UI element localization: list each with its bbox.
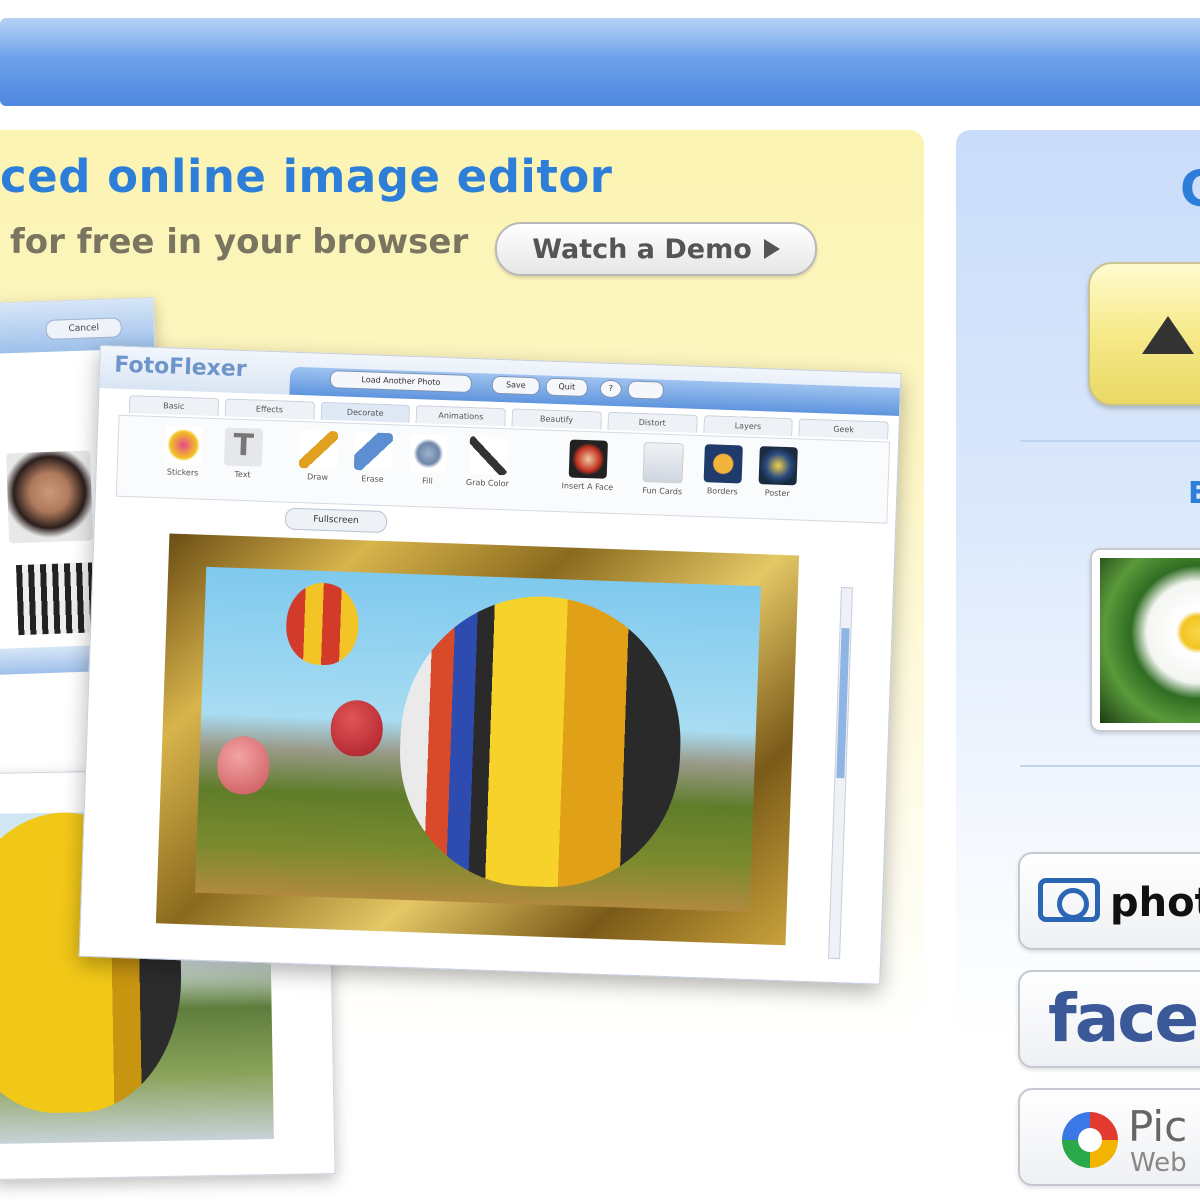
tool-poster: Poster — [752, 446, 804, 499]
tool-borders: Borders — [697, 444, 749, 497]
tool-insert-face: Insert A Face — [547, 439, 629, 493]
tab-beautify: Beautify — [511, 408, 602, 430]
picasa-button[interactable]: Pic Web — [1018, 1088, 1200, 1186]
facebook-label: faceb — [1048, 980, 1200, 1057]
tool-stickers: Stickers — [157, 425, 209, 478]
watch-demo-button[interactable]: Watch a Demo — [495, 222, 817, 276]
top-nav-bar — [0, 18, 1200, 106]
tool-label: Stickers — [166, 467, 199, 478]
balloon-pink — [216, 735, 271, 796]
watch-demo-label: Watch a Demo — [532, 233, 752, 265]
upload-button[interactable] — [1088, 262, 1200, 406]
settings-icon — [627, 380, 665, 400]
cards-icon — [642, 442, 684, 484]
fotoflexer-logo: FotoFlexer — [113, 352, 248, 383]
tab-basic: Basic — [128, 395, 219, 417]
tab-distort: Distort — [607, 411, 698, 433]
picasa-label: Pic — [1128, 1102, 1188, 1151]
balloon-tiny-red — [329, 699, 384, 758]
bw-thumbnail — [15, 562, 95, 636]
fullscreen-button: Fullscreen — [284, 507, 388, 534]
scroll-thumb — [836, 628, 850, 779]
tab-effects: Effects — [224, 398, 315, 420]
tool-text: T Text — [217, 427, 269, 480]
sample-photo-thumbnail[interactable] — [1090, 548, 1200, 732]
tool-label: Draw — [306, 472, 329, 483]
divider — [1020, 440, 1200, 442]
tab-geek: Geek — [798, 418, 889, 440]
balloon-scene-photo — [194, 566, 761, 913]
right-panel-subheading: E — [1188, 476, 1200, 511]
balloon-small-red — [284, 581, 360, 667]
tool-erase: Erase — [347, 431, 399, 485]
water-lily-photo — [1100, 558, 1200, 723]
pencil-icon — [298, 430, 339, 470]
text-icon: T — [223, 427, 264, 467]
back-cancel-button: Cancel — [45, 317, 123, 340]
tool-fill: Fill — [402, 433, 454, 487]
stickers-icon — [163, 425, 204, 465]
tool-label: Fill — [421, 476, 433, 486]
gold-frame — [155, 533, 800, 946]
save-button: Save — [491, 375, 541, 396]
picasa-icon — [1062, 1112, 1118, 1168]
tab-layers: Layers — [702, 415, 794, 437]
tab-animations: Animations — [415, 405, 507, 427]
balloon-large-yellow — [395, 591, 686, 892]
hero-headline: ced online image editor — [0, 150, 613, 203]
eyedropper-icon — [468, 435, 509, 476]
portrait-thumbnail — [6, 450, 94, 544]
right-panel-heading: C — [1180, 160, 1200, 218]
hero-subline: for free in your browser — [10, 222, 469, 262]
poster-icon — [758, 446, 798, 486]
tool-grab-color: Grab Color — [462, 435, 514, 489]
editor-canvas — [100, 526, 855, 973]
facebook-button[interactable]: faceb — [1018, 970, 1200, 1068]
top-nav-shine — [0, 18, 1200, 58]
tool-label: Insert A Face — [561, 481, 614, 492]
paint-bucket-icon — [408, 433, 449, 474]
divider — [1020, 765, 1200, 767]
tool-fun-cards: Fun Cards — [632, 442, 694, 497]
photobucket-button[interactable]: photo — [1018, 852, 1200, 950]
tool-label: Fun Cards — [642, 486, 683, 497]
borders-icon — [703, 444, 743, 484]
tool-label: Borders — [706, 486, 738, 497]
picasa-sub-label: Web — [1130, 1148, 1187, 1178]
tab-decorate: Decorate — [320, 401, 411, 423]
eraser-icon — [353, 431, 394, 472]
face-icon — [568, 439, 608, 479]
photobucket-label: photo — [1110, 880, 1200, 926]
editor-screenshot: FotoFlexer Load Another Photo Save Quit … — [78, 345, 902, 985]
tool-draw: Draw — [292, 430, 344, 483]
tool-label: Erase — [361, 474, 384, 484]
play-icon — [763, 239, 780, 259]
tool-label: Grab Color — [465, 477, 510, 489]
quit-button: Quit — [545, 377, 589, 398]
camera-icon — [1038, 878, 1100, 922]
tool-label: Poster — [764, 488, 790, 499]
upload-arrow-icon — [1142, 316, 1194, 354]
tool-label: Text — [234, 469, 251, 480]
